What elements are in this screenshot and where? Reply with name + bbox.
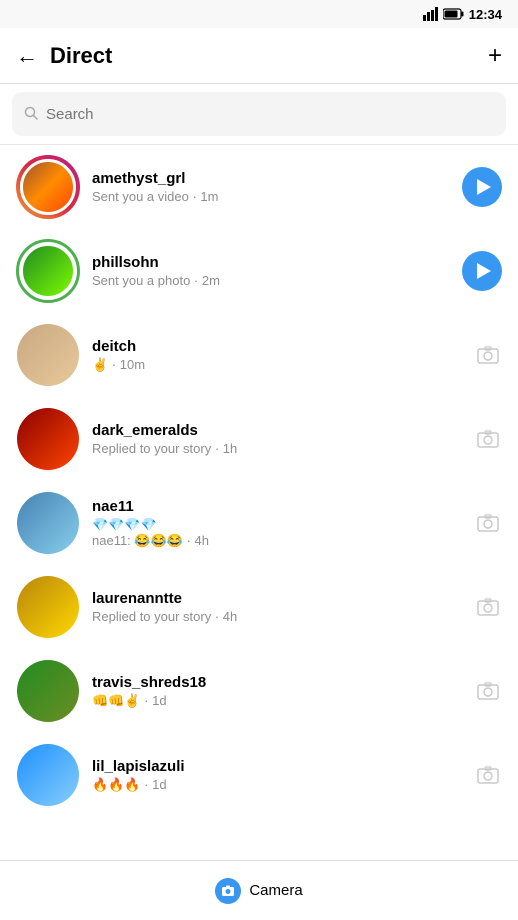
- battery-icon: [443, 8, 465, 20]
- message-preview: Replied to your story · 4h: [92, 609, 464, 624]
- search-bar: [12, 92, 506, 136]
- signal-icon: [423, 7, 439, 21]
- message-username: lil_lapislazuli: [92, 758, 464, 775]
- camera-icon[interactable]: [474, 761, 502, 789]
- status-bar: 12:34: [0, 0, 518, 28]
- message-preview: Sent you a video · 1m: [92, 189, 452, 204]
- list-item[interactable]: travis_shreds18 👊👊✌️ · 1d: [0, 649, 518, 733]
- camera-icon[interactable]: [474, 509, 502, 537]
- avatar: [17, 744, 79, 806]
- list-item[interactable]: lil_lapislazuli 🔥🔥🔥 · 1d: [0, 733, 518, 817]
- avatar: [17, 492, 79, 554]
- message-content: travis_shreds18 👊👊✌️ · 1d: [92, 674, 464, 709]
- message-preview-line1: 💎💎💎💎: [92, 517, 464, 533]
- avatar-container: [16, 575, 80, 639]
- camera-icon[interactable]: [474, 593, 502, 621]
- page-title: Direct: [50, 43, 488, 69]
- avatar-container: [16, 239, 80, 303]
- message-content: dark_emeralds Replied to your story · 1h: [92, 422, 464, 456]
- avatar-container: [16, 323, 80, 387]
- header: ← Direct +: [0, 28, 518, 84]
- camera-icon[interactable]: [474, 677, 502, 705]
- search-input[interactable]: [46, 106, 494, 123]
- avatar-story-ring: [16, 155, 80, 219]
- avatar: [17, 408, 79, 470]
- message-preview: 👊👊✌️ · 1d: [92, 693, 464, 709]
- avatar: [17, 660, 79, 722]
- list-item[interactable]: amethyst_grl Sent you a video · 1m: [0, 145, 518, 229]
- new-message-button[interactable]: +: [488, 42, 502, 70]
- message-username: dark_emeralds: [92, 422, 464, 439]
- play-button[interactable]: [462, 167, 502, 207]
- play-icon: [477, 179, 491, 195]
- message-preview-line2: nae11: 😂😂😂 · 4h: [92, 533, 464, 549]
- message-preview: Replied to your story · 1h: [92, 441, 464, 456]
- list-item[interactable]: deitch ✌️ · 10m: [0, 313, 518, 397]
- avatar: [17, 576, 79, 638]
- message-content: nae11 💎💎💎💎 nae11: 😂😂😂 · 4h: [92, 498, 464, 549]
- status-icons: 12:34: [423, 7, 502, 22]
- message-username: amethyst_grl: [92, 170, 452, 187]
- camera-bottom-icon: [215, 878, 241, 904]
- message-preview: 🔥🔥🔥 · 1d: [92, 777, 464, 793]
- message-content: amethyst_grl Sent you a video · 1m: [92, 170, 452, 204]
- camera-label: Camera: [249, 882, 302, 899]
- list-item[interactable]: phillsohn Sent you a photo · 2m: [0, 229, 518, 313]
- list-item[interactable]: laurenanntte Replied to your story · 4h: [0, 565, 518, 649]
- message-username: laurenanntte: [92, 590, 464, 607]
- back-button[interactable]: ←: [16, 43, 38, 69]
- message-content: deitch ✌️ · 10m: [92, 338, 464, 373]
- message-list: amethyst_grl Sent you a video · 1m phill…: [0, 145, 518, 861]
- camera-bar[interactable]: Camera: [0, 860, 518, 920]
- avatar-container: [16, 155, 80, 219]
- avatar-container: [16, 491, 80, 555]
- avatar: [20, 159, 76, 215]
- avatar-container: [16, 659, 80, 723]
- message-username: phillsohn: [92, 254, 452, 271]
- play-icon: [477, 263, 491, 279]
- message-username: deitch: [92, 338, 464, 355]
- avatar-container: [16, 407, 80, 471]
- message-preview: Sent you a photo · 2m: [92, 273, 452, 288]
- list-item[interactable]: dark_emeralds Replied to your story · 1h: [0, 397, 518, 481]
- play-button[interactable]: [462, 251, 502, 291]
- search-icon: [24, 106, 38, 123]
- avatar-container: [16, 743, 80, 807]
- message-username: nae11: [92, 498, 464, 515]
- list-item[interactable]: nae11 💎💎💎💎 nae11: 😂😂😂 · 4h: [0, 481, 518, 565]
- message-content: lil_lapislazuli 🔥🔥🔥 · 1d: [92, 758, 464, 793]
- status-time: 12:34: [469, 7, 502, 22]
- message-username: travis_shreds18: [92, 674, 464, 691]
- avatar-story-ring-green: [16, 239, 80, 303]
- avatar-wrap: [16, 239, 80, 303]
- camera-icon[interactable]: [474, 341, 502, 369]
- avatar: [17, 324, 79, 386]
- message-content: phillsohn Sent you a photo · 2m: [92, 254, 452, 288]
- camera-icon[interactable]: [474, 425, 502, 453]
- message-content: laurenanntte Replied to your story · 4h: [92, 590, 464, 624]
- message-preview: ✌️ · 10m: [92, 357, 464, 373]
- avatar: [20, 243, 76, 299]
